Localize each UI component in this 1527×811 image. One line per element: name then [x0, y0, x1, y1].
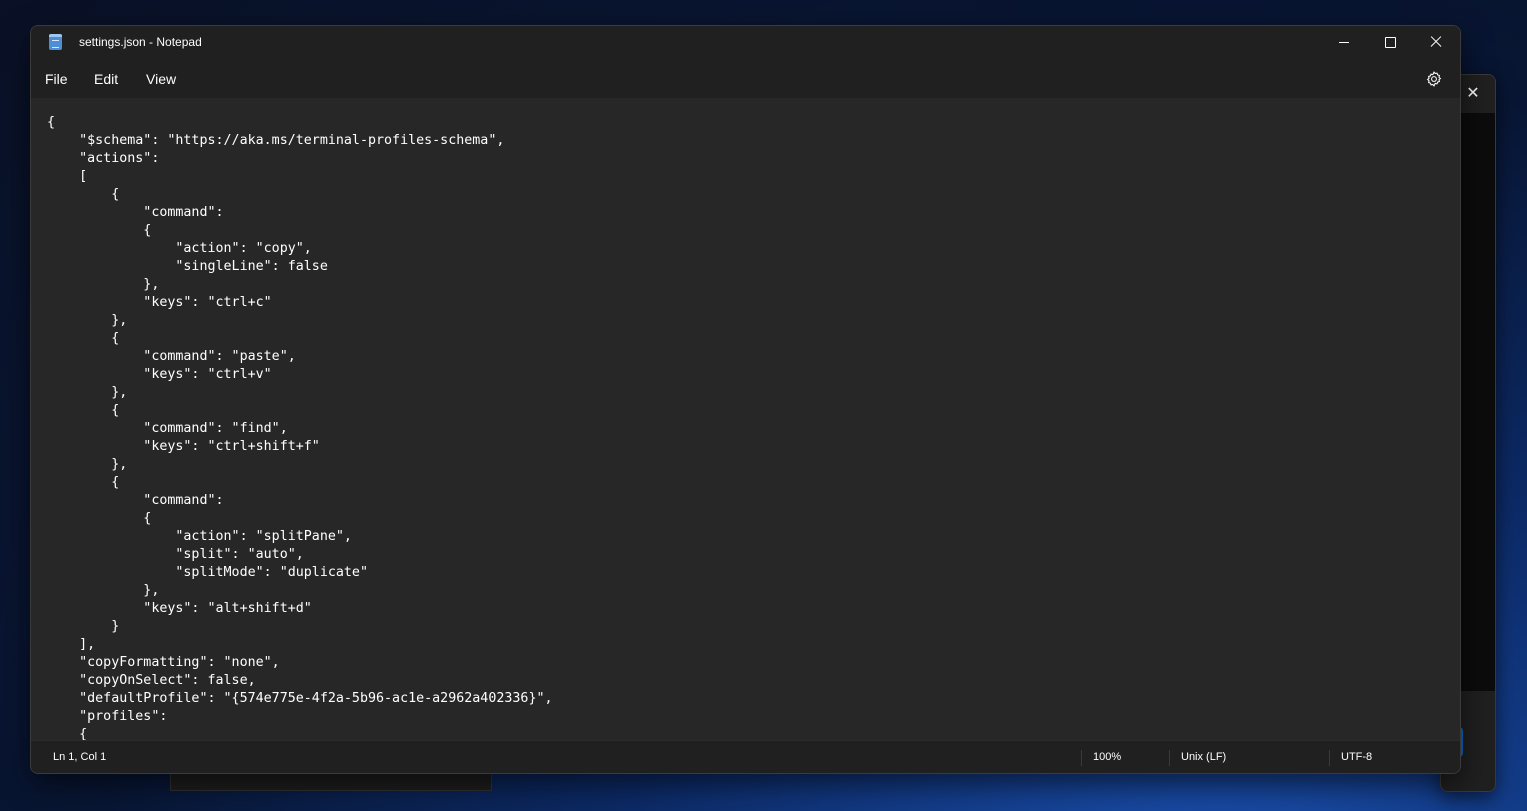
- close-icon: [1430, 36, 1442, 48]
- maximize-icon: [1384, 36, 1396, 48]
- window-title: settings.json - Notepad: [79, 35, 202, 49]
- status-zoom: 100%: [1093, 751, 1122, 763]
- notepad-icon: [49, 34, 62, 50]
- status-bar: Ln 1, Col 1 100% Unix (LF) UTF-8: [31, 740, 1460, 773]
- maximize-button[interactable]: [1367, 26, 1413, 58]
- gear-icon[interactable]: [1425, 70, 1443, 88]
- title-bar[interactable]: settings.json - Notepad: [31, 26, 1460, 58]
- menu-view[interactable]: View: [142, 68, 180, 90]
- menu-file[interactable]: File: [41, 68, 72, 90]
- menu-bar: File Edit View: [31, 58, 1460, 98]
- editor-content[interactable]: { "$schema": "https://aka.ms/terminal-pr…: [47, 114, 553, 740]
- background-window-close-icon[interactable]: ✕: [1463, 83, 1483, 103]
- close-button[interactable]: [1413, 26, 1459, 58]
- background-panel: [170, 772, 492, 791]
- menu-edit[interactable]: Edit: [90, 68, 122, 90]
- status-line-ending: Unix (LF): [1181, 751, 1227, 763]
- notepad-window: settings.json - Notepad File Edit View {…: [30, 25, 1461, 774]
- minimize-button[interactable]: [1321, 26, 1367, 58]
- status-divider: [1169, 750, 1170, 766]
- status-encoding: UTF-8: [1341, 751, 1373, 763]
- minimize-icon: [1339, 41, 1349, 43]
- status-divider: [1329, 750, 1330, 766]
- status-cursor-position: Ln 1, Col 1: [53, 751, 107, 763]
- status-divider: [1081, 750, 1082, 766]
- text-editor[interactable]: { "$schema": "https://aka.ms/terminal-pr…: [31, 98, 1460, 740]
